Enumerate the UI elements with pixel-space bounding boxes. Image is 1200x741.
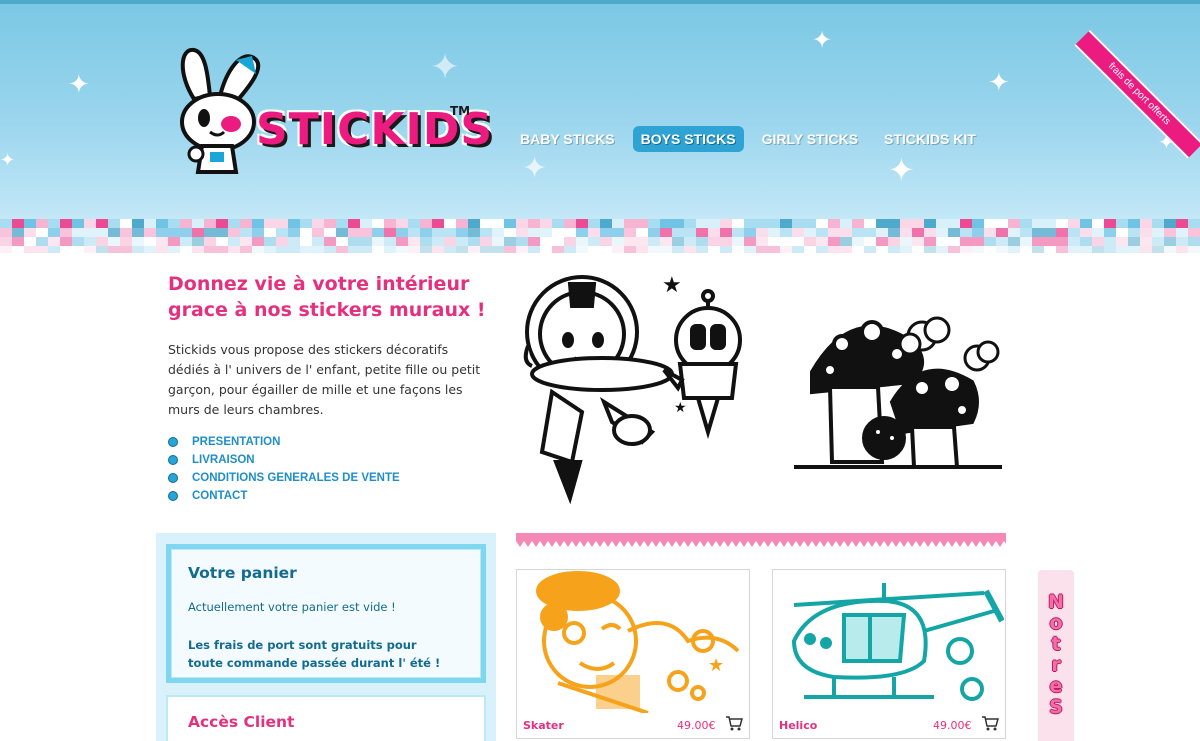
bunny-mascot-icon: [180, 48, 261, 174]
nav-boys-sticks[interactable]: BOYS STICKS: [632, 126, 744, 152]
product-card-skater[interactable]: ★ Skater 49.00€: [516, 569, 750, 739]
intro-title: Donnez vie à votre intérieur grace à nos…: [168, 273, 486, 321]
mushroom-group-icon: [794, 320, 1002, 469]
product-card-helico[interactable]: Helico 49.00€: [772, 569, 1006, 739]
our-selection-tab[interactable]: N o t r e S: [1038, 570, 1074, 741]
cart-panel: Votre panier Actuellement votre panier e…: [166, 544, 486, 683]
star-icon: ★: [674, 400, 687, 416]
sparkle-icon: ✦: [988, 68, 1010, 98]
bullet-icon: [168, 437, 178, 447]
client-access-title: Accès Client: [188, 713, 295, 731]
trademark-label: TM: [450, 104, 471, 118]
list-item: CONTACT: [168, 487, 400, 505]
product-name[interactable]: Helico: [779, 719, 817, 732]
list-item: LIVRAISON: [168, 451, 400, 469]
add-to-cart-icon[interactable]: [725, 715, 743, 731]
cart-title: Votre panier: [188, 564, 297, 582]
star-icon: ★: [662, 273, 682, 298]
zigzag-border-decoration: [516, 533, 1006, 547]
sparkle-icon: ✦: [0, 150, 16, 171]
product-price: 49.00€: [677, 719, 716, 732]
bullet-icon: [168, 455, 178, 465]
cart-empty-message: Actuellement votre panier est vide !: [188, 600, 396, 614]
shipping-note: Les frais de port sont gratuits pour tou…: [188, 638, 441, 670]
svg-text:★: ★: [708, 655, 724, 676]
sparkle-icon: ✦: [68, 70, 90, 100]
astronaut-icon: [523, 275, 674, 505]
link-contact[interactable]: CONTACT: [192, 490, 247, 502]
bullet-icon: [168, 473, 178, 483]
hero-illustration: ★ ★: [523, 273, 1002, 505]
skater-sticker-image[interactable]: ★: [518, 571, 748, 713]
sparkle-icon: ✦: [812, 26, 833, 54]
nav-girly-sticks[interactable]: GIRLY STICKS: [754, 126, 866, 152]
link-livraison[interactable]: LIVRAISON: [192, 454, 255, 466]
sparkle-icon: ✦: [888, 151, 915, 189]
intro-text: Stickids vous propose des stickers décor…: [168, 342, 481, 417]
add-to-cart-icon[interactable]: [981, 715, 999, 731]
side-tab-label: N o t r e S: [1048, 591, 1064, 718]
helico-sticker-image[interactable]: [774, 571, 1004, 713]
sidebar: Votre panier Actuellement votre panier e…: [156, 533, 496, 741]
pixel-strip-decoration: [0, 219, 1200, 253]
info-links: PRESENTATION LIVRAISON CONDITIONS GENERA…: [168, 433, 400, 505]
client-access-panel: Accès Client: [166, 695, 486, 741]
main-nav: BABY STICKS BOYS STICKS GIRLY STICKS STI…: [512, 126, 984, 152]
list-item: CONDITIONS GENERALES DE VENTE: [168, 469, 400, 487]
site-header: ✦ ✦ ✦ ✦ ✦ ✦ ✦ ✦ STICKIDS TM BABY STICKS …: [0, 0, 1200, 222]
bullet-icon: [168, 491, 178, 501]
list-item: PRESENTATION: [168, 433, 400, 451]
product-name[interactable]: Skater: [523, 719, 564, 732]
sparkle-icon: ✦: [522, 151, 548, 186]
free-shipping-ribbon[interactable]: frais de port offerts: [1074, 30, 1200, 159]
nav-baby-sticks[interactable]: BABY STICKS: [512, 126, 623, 152]
nav-stickids-kit[interactable]: STICKIDS KIT: [876, 126, 984, 152]
link-presentation[interactable]: PRESENTATION: [192, 436, 280, 448]
link-cgv[interactable]: CONDITIONS GENERALES DE VENTE: [192, 472, 400, 484]
product-price: 49.00€: [933, 719, 972, 732]
stickids-logo[interactable]: STICKIDS TM: [176, 44, 492, 184]
